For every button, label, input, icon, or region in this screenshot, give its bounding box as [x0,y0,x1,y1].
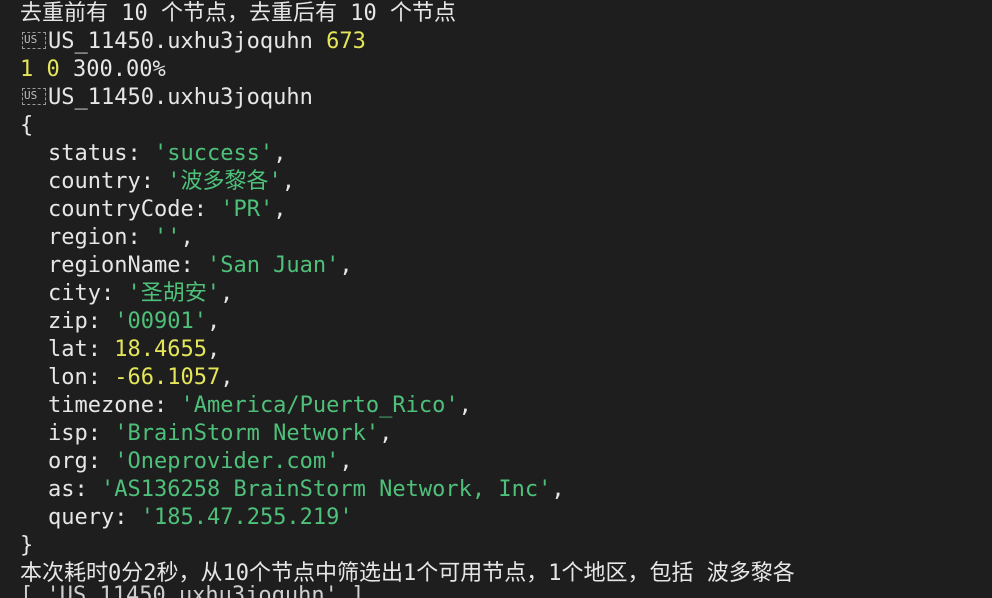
stat-a: 1 [20,57,34,82]
node-result-line: US US_11450.uxhu3joquhn 673 [20,28,992,56]
field-org: org: 'Oneprovider.com', [48,449,353,474]
field-lat: lat: 18.4655, [48,337,221,362]
us-flag-icon: US [20,87,48,107]
json-open-brace: { [20,113,34,138]
terminal-output: 去重前有 10 个节点，去重后有 10 个节点 US US_11450.uxhu3… [0,0,992,598]
field-city: city: '圣胡安', [48,281,234,306]
stats-line: 1 0 300.00% [20,56,992,84]
stat-b: 0 [46,57,60,82]
field-query: query: '185.47.255.219' [48,505,353,530]
field-country-code: countryCode: 'PR', [48,197,287,222]
dedup-summary-line: 去重前有 10 个节点，去重后有 10 个节点 [20,0,992,28]
json-close-brace: } [20,533,34,558]
field-timezone: timezone: 'America/Puerto_Rico', [48,393,472,418]
node-name: US_11450.uxhu3joquhn [48,85,313,110]
field-region: region: '', [48,225,194,250]
field-as: as: 'AS136258 BrainStorm Network, Inc', [48,477,565,502]
field-isp: isp: 'BrainStorm Network', [48,421,393,446]
node-name: US_11450.uxhu3joquhn [48,29,313,54]
field-zip: zip: '00901', [48,309,221,334]
field-status: status: 'success', [48,141,287,166]
result-array-line: [ 'US_11450.uxhu3joquhn' ] [20,583,365,598]
field-region-name: regionName: 'San Juan', [48,253,353,278]
us-flag-icon: US [20,31,48,51]
node-name-line: US US_11450.uxhu3joquhn [20,84,992,112]
field-lon: lon: -66.1057, [48,365,234,390]
dedup-summary-text: 去重前有 10 个节点，去重后有 10 个节点 [20,1,456,26]
field-country: country: '波多黎各', [48,169,295,194]
node-value: 673 [326,29,366,54]
stat-percent: 300.00% [73,57,166,82]
